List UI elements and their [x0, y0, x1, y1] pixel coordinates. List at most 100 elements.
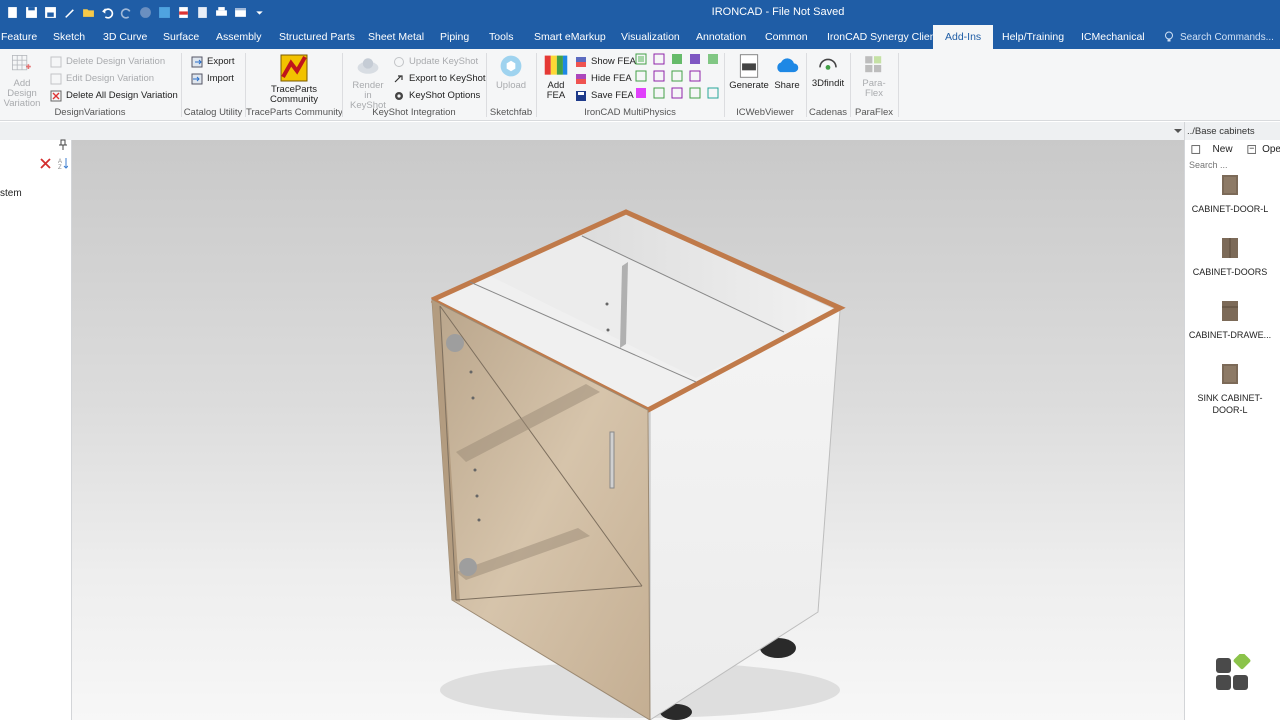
tab-piping[interactable]: Piping [440, 25, 469, 49]
sketchfab-icon [500, 55, 522, 77]
para-flex-button[interactable]: Para-Flex [854, 53, 894, 99]
catalog-item[interactable]: CABINET-DOORS [1185, 237, 1275, 278]
cabinet-thumbnail-icon [1222, 364, 1238, 384]
update-keyshot-button[interactable]: Update KeyShot [393, 53, 478, 70]
tab-3d-curve[interactable]: 3D Curve [103, 25, 147, 49]
export-button[interactable]: Export [191, 53, 234, 70]
fea-tool-icon[interactable] [635, 53, 647, 68]
fea-tool-icon[interactable] [671, 53, 683, 68]
tab-icmechanical[interactable]: ICMechanical [1081, 25, 1145, 49]
export-to-keyshot-label: Export to KeyShot [409, 73, 486, 84]
show-fea-button[interactable]: Show FEA [575, 53, 636, 70]
tab-add-ins[interactable]: Add-Ins [933, 25, 994, 49]
group-design-variations: Add Design Variation Delete Design Varia… [0, 49, 180, 121]
tab-help-training[interactable]: Help/Training [1002, 25, 1064, 49]
group-divider [898, 53, 899, 117]
tab-feature[interactable]: Feature [1, 25, 37, 49]
update-keyshot-label: Update KeyShot [409, 56, 479, 67]
sketchfab-upload-button[interactable]: Upload [493, 53, 529, 91]
tab-tools[interactable]: Tools [489, 25, 514, 49]
add-variation-icon [12, 55, 31, 71]
cabinet-model[interactable] [72, 140, 1184, 720]
cabinet-thumbnail-icon [1222, 301, 1238, 321]
fea-tool-icon[interactable] [689, 70, 701, 85]
fea-tool-icon[interactable] [671, 70, 683, 85]
export-to-keyshot-button[interactable]: Export to KeyShot [393, 70, 486, 87]
catalog-item[interactable]: SINK CABINET-DOOR-L [1185, 363, 1275, 416]
panel-header-strip [0, 122, 1280, 140]
fea-tool-icon[interactable] [635, 70, 647, 85]
search-commands[interactable]: Search Commands... [1164, 25, 1274, 49]
fea-tool-icon[interactable] [653, 53, 665, 68]
add-design-variation-label: Add Design Variation [3, 78, 41, 109]
fea-tool-icon[interactable] [689, 87, 701, 102]
catalog-path[interactable]: ../Base cabinets [1187, 126, 1255, 137]
generate-label: Generate [729, 80, 769, 91]
tab-common[interactable]: Common [765, 25, 808, 49]
export-icon [191, 56, 203, 67]
share-button[interactable]: Share [771, 53, 803, 91]
traceparts-community-button[interactable]: TraceParts Community [266, 53, 322, 105]
keyshot-export-icon [394, 74, 403, 82]
delete-all-design-variation-label: Delete All Design Variation [66, 90, 178, 101]
tab-sketch[interactable]: Sketch [53, 25, 85, 49]
fea-tool-icon[interactable] [653, 70, 665, 85]
3dfindit-label: 3Dfindit [811, 78, 845, 89]
import-button[interactable]: Import [191, 70, 234, 87]
ribbon-tab-bar: Feature Sketch 3D Curve Surface Assembly… [0, 25, 1280, 49]
para-flex-icon [865, 56, 882, 73]
tab-surface[interactable]: Surface [163, 25, 199, 49]
render-in-keyshot-button[interactable]: Render in KeyShot [347, 53, 389, 111]
delete-all-design-variation-button[interactable]: Delete All Design Variation [50, 87, 178, 104]
fea-tool-icon[interactable] [689, 53, 701, 68]
grid-icon [50, 56, 62, 67]
catalog-item[interactable]: CABINET-DOOR-L [1185, 174, 1275, 215]
fea-tool-icon[interactable] [671, 87, 683, 102]
add-design-variation-button[interactable]: Add Design Variation [0, 53, 44, 109]
group-label-traceparts: TraceParts Community [246, 107, 343, 118]
open-catalog-button[interactable]: Ope [1262, 144, 1280, 155]
sort-icon[interactable]: AZ [58, 157, 68, 169]
save-fea-label: Save FEA [591, 90, 634, 101]
window-title: IRONCAD - File Not Saved [711, 6, 845, 18]
pin-icon[interactable] [58, 139, 68, 154]
chevron-down-icon[interactable] [1173, 126, 1183, 136]
scene-browser-toolbar: AZ [0, 154, 70, 172]
lightbulb-icon [1165, 31, 1173, 42]
fea-tool-icon[interactable] [707, 87, 719, 102]
tab-structured-parts[interactable]: Structured Parts [279, 25, 355, 49]
tab-annotation[interactable]: Annotation [696, 25, 746, 49]
catalog-path-bar: ../Base cabinets [1174, 122, 1280, 140]
import-label: Import [207, 73, 234, 84]
new-catalog-button[interactable]: New [1213, 144, 1233, 155]
tree-item[interactable]: stem [0, 188, 22, 199]
tab-assembly[interactable]: Assembly [216, 25, 262, 49]
fea-tool-icon[interactable] [635, 87, 647, 102]
ribbon: Add Design Variation Delete Design Varia… [0, 49, 1280, 121]
3dfindit-button[interactable]: 3Dfindit [809, 53, 847, 89]
import-icon [191, 73, 203, 84]
show-fea-label: Show FEA [591, 56, 636, 67]
fea-tool-icon[interactable] [707, 53, 719, 68]
edit-design-variation-button[interactable]: Edit Design Variation [50, 70, 154, 87]
tab-smart-emarkup[interactable]: Smart eMarkup [534, 25, 606, 49]
keyshot-options-button[interactable]: KeyShot Options [393, 87, 480, 104]
save-fea-button[interactable]: Save FEA [575, 87, 634, 104]
tab-sheet-metal[interactable]: Sheet Metal [368, 25, 424, 49]
catalog-search-input[interactable] [1189, 158, 1280, 172]
group-label-icwebviewer: ICWebViewer [736, 107, 794, 118]
group-catalog-utility: Export Import Catalog Utility [182, 49, 244, 121]
tab-visualization[interactable]: Visualization [621, 25, 680, 49]
catalog-item[interactable]: CABINET-DRAWE... [1185, 300, 1275, 341]
close-icon[interactable] [40, 157, 51, 169]
group-paraflex: Para-Flex ParaFlex [851, 49, 897, 121]
generate-button[interactable]: Generate [728, 53, 770, 91]
add-fea-label: Add FEA [546, 80, 566, 101]
tab-ironcad-synergy-client[interactable]: IronCAD Synergy Client [827, 25, 938, 49]
3d-viewport[interactable] [72, 140, 1184, 720]
add-fea-button[interactable]: Add FEA [541, 53, 571, 101]
delete-design-variation-button[interactable]: Delete Design Variation [50, 53, 165, 70]
catalog-item-label: CABINET-DRAWE... [1188, 330, 1272, 340]
hide-fea-button[interactable]: Hide FEA [575, 70, 632, 87]
fea-tool-icon[interactable] [653, 87, 665, 102]
